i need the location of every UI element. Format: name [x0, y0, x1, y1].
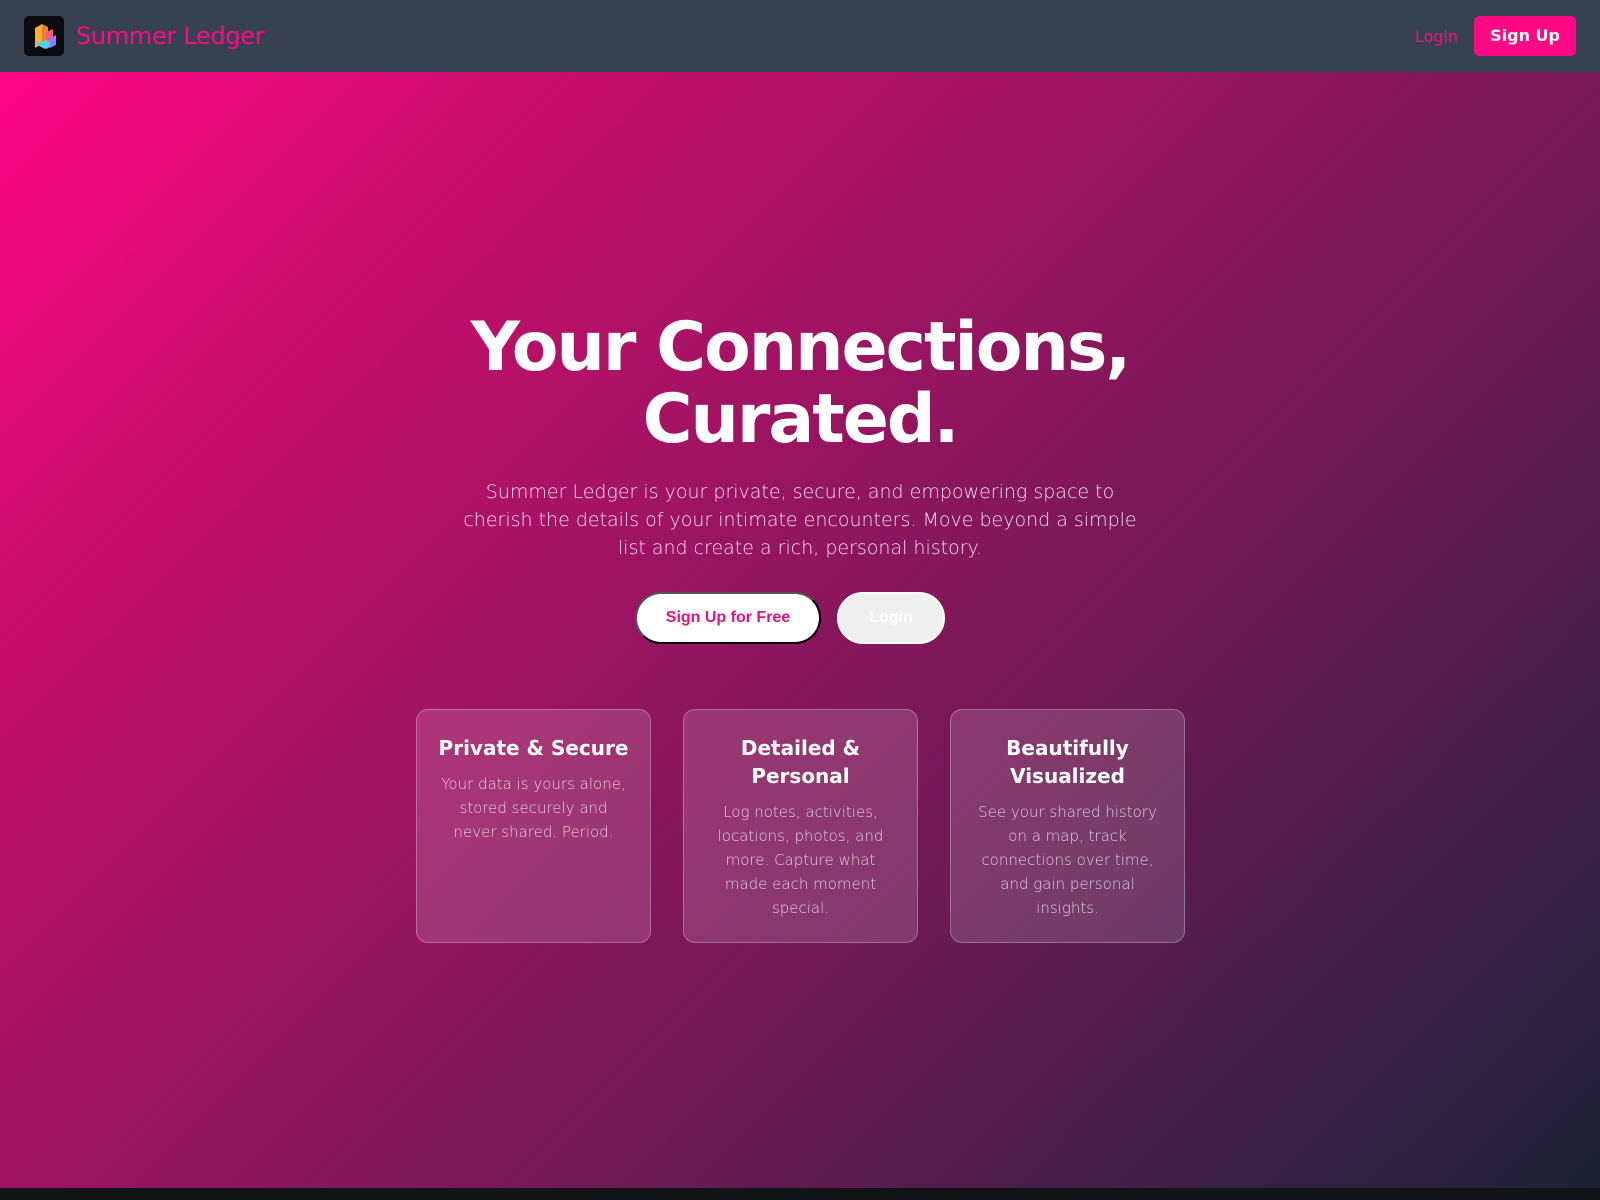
hero-headline: Your Connections, Curated.	[0, 312, 1600, 456]
feature-title: Detailed & Personal	[740, 736, 861, 788]
hero-section: Your Connections, Curated. Summer Ledger…	[0, 72, 1600, 1188]
signup-free-button[interactable]: Sign Up for Free	[635, 592, 821, 644]
nav-login-link[interactable]: Login	[1415, 19, 1458, 54]
feature-description: Your data is yours alone, stored securel…	[441, 775, 626, 841]
feature-title: Private & Secure	[438, 736, 629, 760]
brand-name: Summer Ledger	[76, 22, 265, 50]
hero-headline-line1: Your Connections,	[470, 308, 1131, 387]
hero-headline-line2: Curated.	[642, 380, 960, 459]
hero-login-button[interactable]: Login	[837, 592, 945, 644]
stacked-book-icon	[24, 16, 64, 56]
feature-card-beautifully-visualized: Beautifully Visualized See your shared h…	[950, 709, 1185, 943]
feature-card-detailed-personal: Detailed & Personal Log notes, activitie…	[683, 709, 918, 943]
nav-signup-button[interactable]: Sign Up	[1474, 16, 1576, 56]
nav-actions: Login Sign Up	[1415, 16, 1576, 56]
feature-description: See your shared history on a map, track …	[978, 803, 1157, 917]
top-navbar: Summer Ledger Login Sign Up	[0, 0, 1600, 72]
brand[interactable]: Summer Ledger	[24, 16, 265, 56]
feature-card-private-secure: Private & Secure Your data is yours alon…	[416, 709, 651, 943]
hero-cta-row: Sign Up for Free Login	[0, 592, 1600, 644]
feature-cards: Private & Secure Your data is yours alon…	[416, 709, 1185, 943]
feature-description: Log notes, activities, locations, photos…	[717, 803, 884, 917]
hero-description: Summer Ledger is your private, secure, a…	[463, 481, 1137, 559]
footer-edge	[0, 1188, 1600, 1200]
feature-title: Beautifully Visualized	[1006, 736, 1129, 788]
